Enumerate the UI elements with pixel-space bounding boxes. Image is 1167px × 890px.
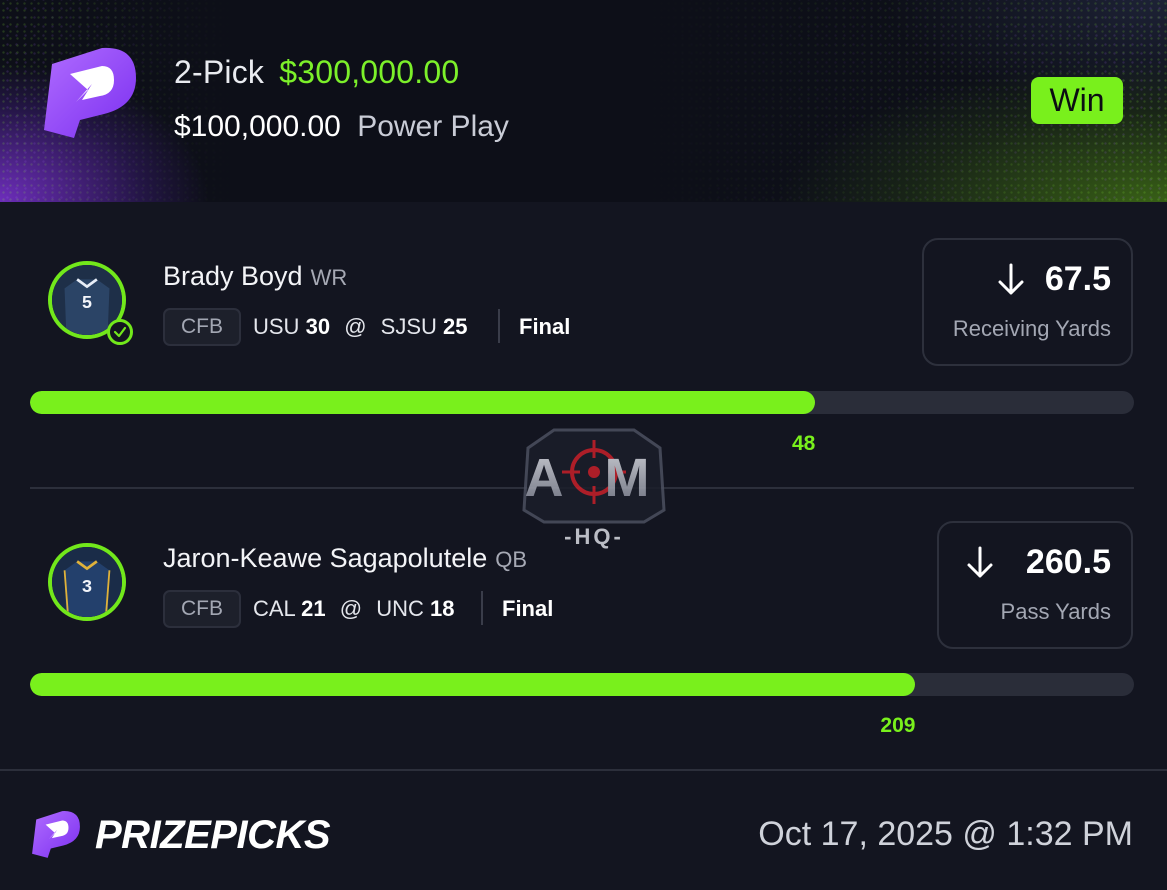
separator — [481, 591, 483, 625]
away-team: CAL — [253, 596, 295, 621]
home-team: UNC — [376, 596, 424, 621]
player-avatar: 3 — [48, 543, 126, 621]
stat-type: Pass Yards — [1000, 599, 1111, 624]
pick-count: 2-Pick — [174, 54, 265, 90]
player-name: Brady Boyd WR — [163, 261, 347, 292]
prizepicks-logo-icon — [32, 811, 80, 858]
header-texture — [0, 0, 1167, 202]
game-score: USU 30 @ SJSU 25 — [253, 314, 468, 340]
payout-amount: $300,000.00 — [279, 54, 460, 90]
projection-line: 260.5 — [1025, 543, 1111, 581]
game-score: CAL 21 @ UNC 18 — [253, 596, 454, 622]
play-type: Power Play — [357, 110, 509, 143]
brand-wordmark: PRIZEPICKS — [95, 813, 331, 857]
away-team: USU — [253, 314, 300, 339]
entry-amount: $100,000.00 — [174, 110, 341, 143]
actual-value: 209 — [880, 714, 916, 737]
prizepicks-logo-icon — [44, 47, 136, 138]
actual-value: 48 — [791, 432, 816, 455]
arrow-down-icon — [967, 546, 993, 578]
projection-box[interactable]: 67.5 Receiving Yards — [922, 238, 1133, 366]
league-badge: CFB — [163, 590, 241, 628]
game-status: Final — [519, 314, 571, 339]
entry-header: 2-Pick $300,000.00 $100,000.00 Power Pla… — [0, 0, 1167, 202]
at-symbol: @ — [339, 596, 363, 621]
league-badge: CFB — [163, 308, 241, 346]
stat-type: Receiving Yards — [952, 316, 1111, 341]
away-score: 21 — [301, 596, 326, 621]
player-name-text: Brady Boyd — [163, 261, 303, 291]
game-status: Final — [502, 596, 554, 621]
projection-box[interactable]: 260.5 Pass Yards — [937, 521, 1133, 649]
home-team: SJSU — [380, 314, 437, 339]
jersey-number: 5 — [82, 292, 92, 312]
player-name-text: Jaron-Keawe Sagapolutele — [163, 543, 488, 573]
at-symbol: @ — [344, 314, 367, 339]
entry-timestamp: Oct 17, 2025 @ 1:32 PM — [758, 815, 1133, 853]
progress-fill — [30, 391, 815, 414]
jersey-number: 3 — [82, 576, 92, 596]
pick-summary: 2-Pick $300,000.00 — [174, 54, 459, 91]
away-score: 30 — [305, 314, 331, 339]
watermark-letters: A M — [525, 448, 664, 508]
separator — [498, 309, 500, 343]
progress-bar — [30, 673, 1134, 696]
watermark-subtitle: -HQ- — [564, 524, 624, 549]
progress-bar — [30, 391, 1134, 414]
progress-fill — [30, 673, 916, 696]
home-score: 25 — [443, 314, 468, 339]
amhq-watermark-logo: A M -HQ- — [522, 428, 666, 549]
home-score: 18 — [429, 596, 455, 621]
entry-summary: $100,000.00 Power Play — [174, 110, 509, 144]
projection-line: 67.5 — [1044, 260, 1111, 298]
jersey-icon: 3 — [52, 547, 122, 617]
player-position: WR — [310, 265, 348, 290]
footer-divider — [0, 769, 1167, 771]
result-badge: Win — [1031, 77, 1123, 124]
arrow-down-icon — [998, 263, 1024, 295]
check-circle-icon — [107, 319, 133, 345]
player-name: Jaron-Keawe Sagapolutele QB — [163, 543, 527, 574]
